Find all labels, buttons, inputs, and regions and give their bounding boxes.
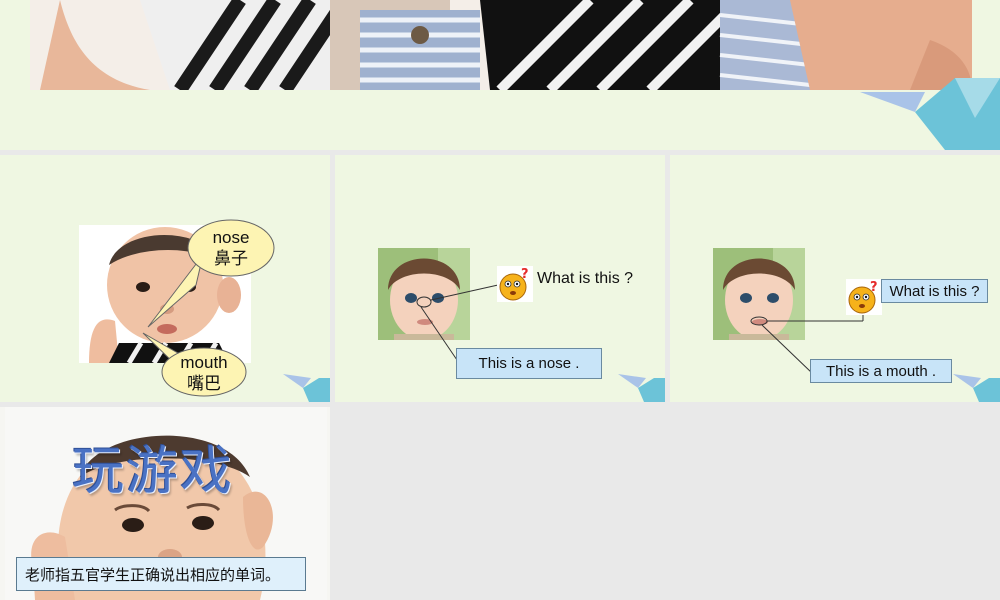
nose-bubble: nose 鼻子 <box>188 227 274 269</box>
mouth-bubble: mouth 嘴巴 <box>162 352 246 394</box>
slide-sorter: nose 鼻子 mouth 嘴巴 ? What is this ? This i… <box>0 0 1000 600</box>
answer-callout: This is a nose . <box>456 348 602 379</box>
slide-4-thumbnail[interactable]: ? What is this ? This is a mouth . <box>670 155 1000 402</box>
nose-english-label: nose <box>212 228 250 247</box>
game-title: 玩游戏 <box>72 442 235 502</box>
geometric-deco <box>283 374 330 402</box>
slide-1-thumbnail[interactable] <box>0 0 1000 150</box>
svg-text:?: ? <box>521 267 529 282</box>
geometric-deco <box>860 78 1000 150</box>
question-text: What is this ? <box>537 270 634 287</box>
geometric-deco <box>618 374 665 402</box>
mouth-chinese-label: 嘴巴 <box>187 374 221 393</box>
instruction-note: 老师指五官学生正确说出相应的单词。 <box>16 557 306 591</box>
question-face-icon: ? <box>497 266 533 302</box>
slide-5-thumbnail[interactable]: 玩游戏 老师指五官学生正确说出相应的单词。 <box>0 407 330 600</box>
nose-chinese-label: 鼻子 <box>214 249 248 268</box>
geometric-deco <box>953 374 1000 402</box>
answer-callout: This is a mouth . <box>810 359 952 383</box>
slide-2-thumbnail[interactable]: nose 鼻子 mouth 嘴巴 <box>0 155 330 402</box>
svg-text:?: ? <box>870 280 878 295</box>
slide-3-thumbnail[interactable]: ? What is this ? This is a nose . <box>335 155 665 402</box>
mouth-english-label: mouth <box>180 353 228 372</box>
question-face-icon: ? <box>846 279 882 315</box>
question-callout: What is this ? <box>881 279 988 303</box>
baby-photo-large <box>30 0 972 90</box>
